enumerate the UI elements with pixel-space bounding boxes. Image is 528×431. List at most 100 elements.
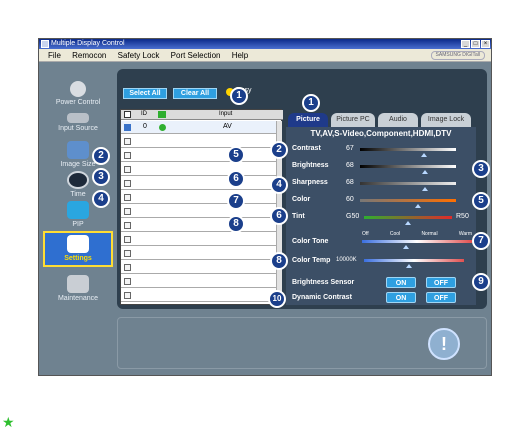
- maintenance-icon: [67, 275, 89, 293]
- callout-2: 2: [270, 141, 288, 159]
- info-icon: !: [428, 328, 460, 360]
- row-input: AV: [223, 123, 232, 130]
- tone-normal: Normal: [421, 231, 438, 237]
- power-icon: [70, 81, 86, 97]
- table-row[interactable]: [121, 163, 276, 176]
- nav-power-control[interactable]: Power Control: [43, 81, 113, 106]
- sharpness-slider[interactable]: [360, 182, 456, 185]
- row-checkbox[interactable]: [124, 180, 131, 187]
- dynamic-contrast-off-button[interactable]: OFF: [426, 292, 456, 303]
- row-status-icon: [159, 124, 166, 131]
- input-source-icon: [67, 113, 89, 123]
- source-line: TV,AV,S-Video,Component,HDMI,DTV: [310, 129, 452, 138]
- row-checkbox[interactable]: [124, 166, 131, 173]
- tab-image-lock[interactable]: Image Lock: [421, 113, 471, 127]
- brightness-value: 68: [346, 162, 354, 169]
- color-tone-slider[interactable]: [362, 240, 472, 243]
- nav-input-source[interactable]: Input Source: [43, 113, 113, 132]
- color-slider[interactable]: [360, 199, 456, 202]
- table-row[interactable]: [121, 233, 276, 246]
- table-row[interactable]: 0 AV: [121, 121, 276, 134]
- table-row[interactable]: [121, 289, 276, 302]
- table-row[interactable]: [121, 275, 276, 288]
- row-checkbox[interactable]: [124, 194, 131, 201]
- maximize-button[interactable]: □: [471, 40, 480, 48]
- callout-5: 5: [227, 146, 245, 164]
- status-column-icon: [158, 111, 166, 118]
- status-area: !: [117, 317, 487, 369]
- row-checkbox[interactable]: [124, 250, 131, 257]
- callout-4: 4: [270, 176, 288, 194]
- slider-thumb[interactable]: [403, 245, 409, 249]
- tone-cool: Cool: [389, 231, 401, 237]
- slider-thumb[interactable]: [406, 264, 412, 268]
- brightness-label: Brightness: [292, 162, 329, 169]
- tab-picture-pc[interactable]: Picture PC: [331, 113, 375, 127]
- menu-safety-lock[interactable]: Safety Lock: [118, 51, 160, 60]
- contrast-label: Contrast: [292, 145, 321, 152]
- nav-label: Input Source: [58, 125, 98, 132]
- slider-thumb[interactable]: [405, 221, 411, 225]
- tint-slider[interactable]: [364, 216, 452, 219]
- brightness-sensor-on-button[interactable]: ON: [386, 277, 416, 288]
- clear-all-button[interactable]: Clear All: [173, 88, 217, 99]
- menu-file[interactable]: File: [48, 51, 61, 60]
- close-button[interactable]: ×: [481, 40, 490, 48]
- table-row[interactable]: [121, 247, 276, 260]
- brightness-slider[interactable]: [360, 165, 456, 168]
- color-tone-label: Color Tone: [292, 238, 329, 245]
- header-id: ID: [141, 111, 147, 117]
- tone-off: Off: [362, 231, 369, 237]
- row-checkbox[interactable]: [124, 222, 131, 229]
- table-row[interactable]: [121, 135, 276, 148]
- sharpness-value: 68: [346, 179, 354, 186]
- menu-remocon[interactable]: Remocon: [72, 51, 106, 60]
- callout-1: 1: [230, 87, 248, 105]
- contrast-slider[interactable]: [360, 148, 456, 151]
- image-size-icon: [67, 141, 89, 159]
- row-checkbox[interactable]: [124, 264, 131, 271]
- tab-picture[interactable]: Picture: [288, 113, 328, 127]
- row-checkbox[interactable]: [124, 236, 131, 243]
- color-temp-slider[interactable]: [364, 259, 464, 262]
- slider-thumb[interactable]: [414, 204, 421, 208]
- table-row[interactable]: [121, 261, 276, 274]
- table-row[interactable]: [121, 219, 276, 232]
- table-row[interactable]: [121, 177, 276, 190]
- select-all-button[interactable]: Select All: [123, 88, 167, 99]
- callout-4: 4: [92, 190, 110, 208]
- display-grid: ID Input 0 AV: [120, 109, 283, 305]
- table-row[interactable]: [121, 149, 276, 162]
- menu-help[interactable]: Help: [232, 51, 248, 60]
- table-row[interactable]: [121, 205, 276, 218]
- dynamic-contrast-on-button[interactable]: ON: [386, 292, 416, 303]
- callout-6: 6: [270, 207, 288, 225]
- slider-thumb[interactable]: [422, 170, 429, 174]
- slider-thumb[interactable]: [422, 187, 429, 191]
- minimize-button[interactable]: _: [461, 40, 470, 48]
- row-checkbox[interactable]: [124, 292, 131, 299]
- callout-5: 5: [472, 192, 490, 210]
- row-checkbox[interactable]: [124, 152, 131, 159]
- callout-10: 10: [268, 290, 286, 308]
- nav-label: Settings: [64, 255, 92, 262]
- brightness-sensor-off-button[interactable]: OFF: [426, 277, 456, 288]
- row-checkbox[interactable]: [124, 208, 131, 215]
- nav-label: Image Size: [60, 161, 96, 168]
- row-checkbox[interactable]: [124, 138, 131, 145]
- app-icon: [41, 40, 49, 48]
- slider-thumb[interactable]: [421, 153, 428, 157]
- clock-icon: [67, 171, 89, 189]
- header-checkbox[interactable]: [124, 111, 131, 118]
- menu-port-selection[interactable]: Port Selection: [171, 51, 221, 60]
- table-row[interactable]: [121, 191, 276, 204]
- row-checkbox[interactable]: [124, 278, 131, 285]
- title-bar: Multiple Display Control _ □ ×: [39, 39, 491, 49]
- nav-settings[interactable]: Settings: [43, 231, 113, 267]
- tab-audio[interactable]: Audio: [378, 113, 418, 127]
- nav-maintenance[interactable]: Maintenance: [43, 275, 113, 302]
- row-edit-icon: [124, 124, 131, 131]
- callout-2: 2: [92, 147, 110, 165]
- pip-icon: [67, 201, 89, 219]
- sharpness-label: Sharpness: [292, 179, 328, 186]
